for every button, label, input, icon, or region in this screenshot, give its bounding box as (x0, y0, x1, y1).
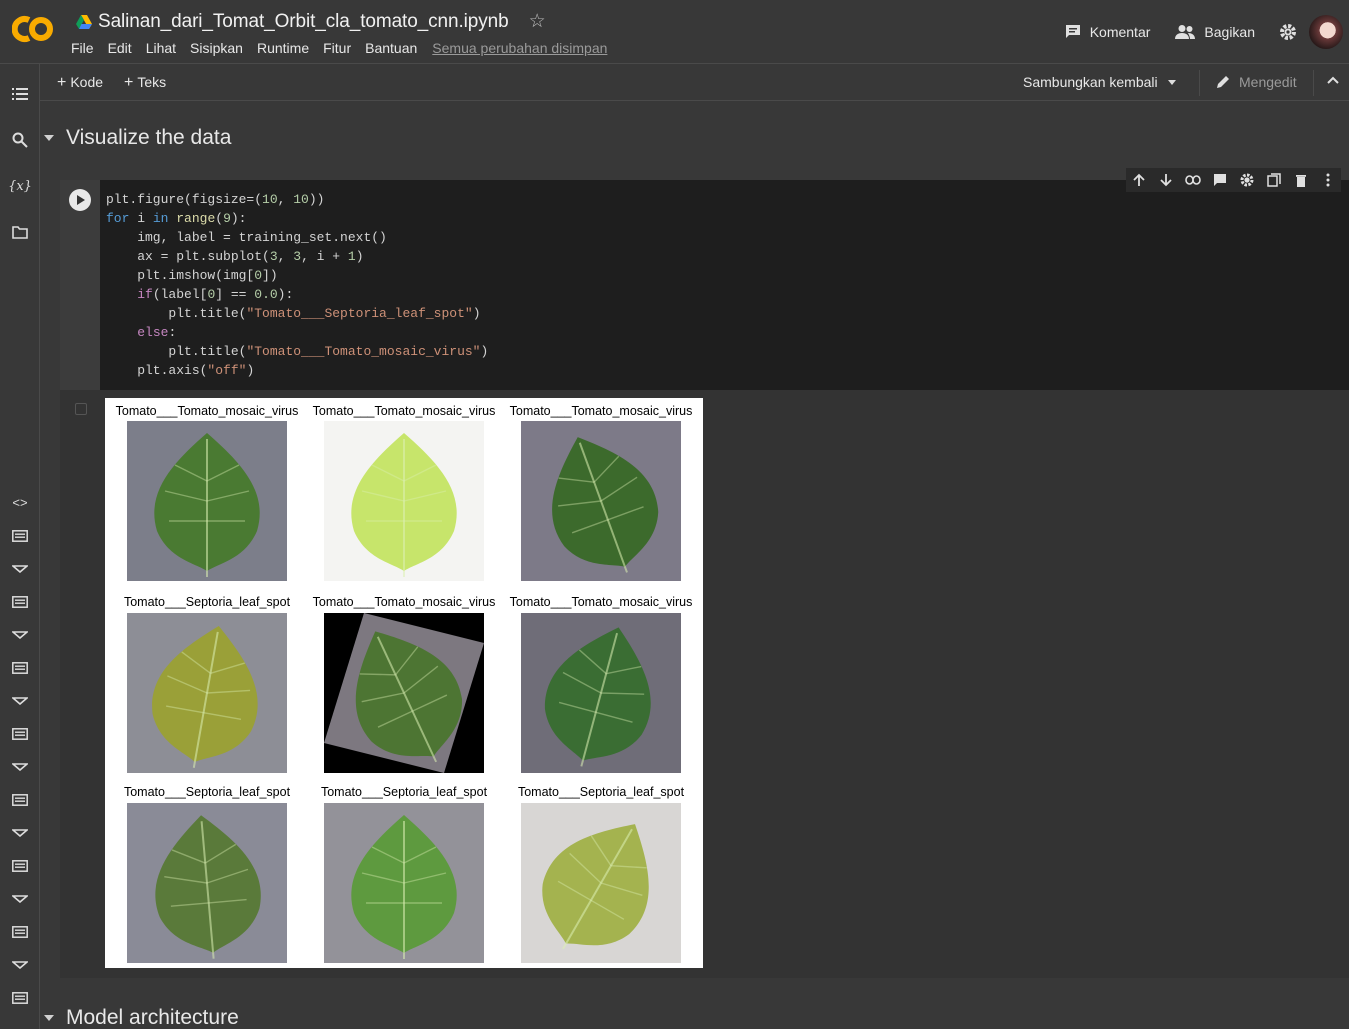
comment-icon (1065, 25, 1080, 38)
code-cell-icon[interactable] (10, 559, 30, 579)
add-code-label: Kode (70, 74, 104, 90)
tomato-leaf-image (127, 613, 287, 773)
code-cell-icon[interactable] (10, 625, 30, 645)
avatar[interactable] (1309, 15, 1343, 49)
section-title: Model architecture (66, 1006, 239, 1029)
matplotlib-figure: Tomato___Tomato_mosaic_virus Tomato___Tom… (105, 398, 703, 968)
menu-tools[interactable]: Fitur (323, 40, 351, 56)
subplot-title: Tomato___Septoria_leaf_spot (517, 785, 685, 799)
more-options-icon[interactable] (1319, 171, 1337, 189)
header: Salinan_dari_Tomat_Orbit_cla_tomato_cnn.… (0, 0, 1349, 64)
tomato-leaf-image (521, 803, 681, 963)
menu-edit[interactable]: Edit (108, 40, 132, 56)
cell-gutter (60, 180, 100, 390)
section-visualize: Visualize the data (44, 126, 231, 150)
run-cell-button[interactable] (69, 189, 91, 211)
section-title: Visualize the data (66, 126, 232, 149)
code-editor[interactable]: plt.figure(figsize=(10, 10)) for i in ra… (100, 180, 1349, 390)
subplot-title: Tomato___Septoria_leaf_spot (123, 785, 291, 799)
delete-icon[interactable] (1292, 171, 1310, 189)
subplot-title: Tomato___Septoria_leaf_spot (123, 595, 291, 609)
settings-button[interactable] (1279, 23, 1297, 41)
code-cell-icon[interactable] (10, 889, 30, 909)
tomato-leaf-image (127, 421, 287, 581)
subplot-title: Tomato___Tomato_mosaic_virus (312, 595, 496, 609)
add-code-button[interactable]: + Kode (57, 74, 103, 92)
toc-icon[interactable] (10, 84, 30, 104)
link-icon[interactable] (1184, 171, 1202, 189)
comment-button[interactable]: Komentar (1064, 23, 1151, 41)
menu-bar: File Edit Lihat Sisipkan Runtime Fitur B… (71, 40, 621, 56)
text-cell-icon[interactable] (10, 856, 30, 876)
tomato-leaf-image (324, 421, 484, 581)
tomato-leaf-image (127, 803, 287, 963)
subplot-title: Tomato___Tomato_mosaic_virus (312, 404, 496, 418)
text-cell-icon[interactable] (10, 658, 30, 678)
menu-file[interactable]: File (71, 40, 94, 56)
cell-toolbar (1126, 168, 1341, 192)
saved-status-link[interactable]: Semua perubahan disimpan (432, 40, 607, 56)
variables-icon[interactable]: {x} (8, 176, 32, 196)
left-rail: {x} <> (0, 64, 40, 1029)
menu-help[interactable]: Bantuan (365, 40, 417, 56)
subplot-title: Tomato___Tomato_mosaic_virus (115, 404, 299, 418)
collapse-triangle-icon[interactable] (44, 1015, 54, 1021)
section-model: Model architecture (44, 1006, 239, 1029)
chevron-up-icon (1327, 76, 1339, 84)
add-text-button[interactable]: + Teks (124, 74, 166, 92)
code-cell-icon[interactable] (10, 823, 30, 843)
text-cell-icon[interactable] (10, 988, 30, 1008)
share-label: Bagikan (1204, 24, 1255, 40)
collapse-header-button[interactable] (1326, 73, 1340, 92)
tomato-leaf-image (521, 613, 681, 773)
gear-icon (1280, 24, 1296, 40)
tomato-leaf-image (324, 803, 484, 963)
people-icon (1175, 25, 1196, 39)
pencil-icon (1217, 76, 1229, 88)
star-icon[interactable]: ☆ (529, 10, 546, 33)
comment-label: Komentar (1089, 24, 1151, 40)
code-text: plt.figure(figsize=(10, 10)) for i in ra… (106, 192, 489, 378)
editing-mode-button[interactable]: Mengedit (1215, 74, 1297, 90)
subplot-title: Tomato___Tomato_mosaic_virus (509, 404, 693, 418)
subplot-title: Tomato___Tomato_mosaic_virus (509, 595, 693, 609)
folder-icon[interactable] (10, 222, 30, 242)
code-cell-icon[interactable] (10, 955, 30, 975)
search-icon[interactable] (10, 130, 30, 150)
menu-insert[interactable]: Sisipkan (190, 40, 243, 56)
tomato-leaf-image (324, 613, 484, 773)
notebook-title[interactable]: Salinan_dari_Tomat_Orbit_cla_tomato_cnn.… (98, 11, 509, 33)
reconnect-label: Sambungkan kembali (1023, 74, 1158, 90)
gear-icon[interactable] (1238, 171, 1256, 189)
code-cell[interactable]: plt.figure(figsize=(10, 10)) for i in ra… (60, 168, 1349, 978)
move-up-icon[interactable] (1130, 171, 1148, 189)
tomato-leaf-image (521, 421, 681, 581)
code-snippets-icon[interactable]: <> (10, 492, 30, 512)
chevron-down-icon (1167, 79, 1176, 85)
share-button[interactable]: Bagikan (1174, 24, 1255, 40)
mirror-cell-icon[interactable] (1265, 171, 1283, 189)
text-cell-icon[interactable] (10, 526, 30, 546)
notebook-toolbar: + Kode + Teks Sambungkan kembali Mengedit (40, 64, 1349, 101)
collapse-triangle-icon[interactable] (44, 135, 54, 141)
text-cell-icon[interactable] (10, 592, 30, 612)
add-text-label: Teks (137, 74, 167, 90)
code-cell-icon[interactable] (10, 691, 30, 711)
drive-icon[interactable] (76, 14, 92, 29)
text-cell-icon[interactable] (10, 724, 30, 744)
text-cell-icon[interactable] (10, 790, 30, 810)
output-action-icon[interactable] (75, 403, 87, 415)
reconnect-button[interactable]: Sambungkan kembali (1023, 74, 1176, 90)
editing-label: Mengedit (1239, 74, 1297, 90)
text-cell-icon[interactable] (10, 922, 30, 942)
subplot-title: Tomato___Septoria_leaf_spot (320, 785, 488, 799)
menu-runtime[interactable]: Runtime (257, 40, 309, 56)
move-down-icon[interactable] (1157, 171, 1175, 189)
menu-view[interactable]: Lihat (146, 40, 176, 56)
colab-logo[interactable] (12, 14, 58, 44)
comment-icon[interactable] (1211, 171, 1229, 189)
code-cell-icon[interactable] (10, 757, 30, 777)
